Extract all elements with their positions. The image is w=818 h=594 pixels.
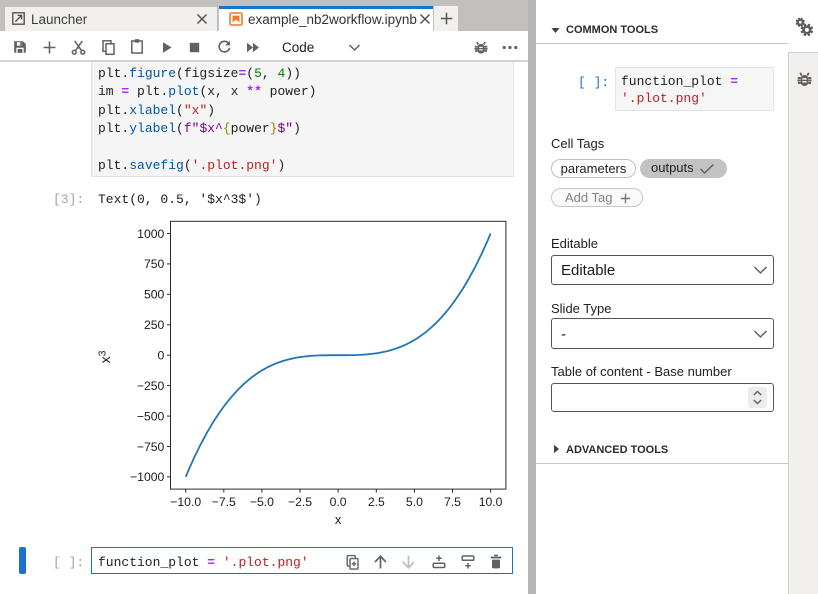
svg-text:−10.0: −10.0 bbox=[170, 495, 201, 509]
svg-text:−1000: −1000 bbox=[130, 470, 164, 484]
svg-text:2.5: 2.5 bbox=[368, 495, 385, 509]
svg-text:−2.5: −2.5 bbox=[288, 495, 312, 509]
svg-text:5.0: 5.0 bbox=[406, 495, 423, 509]
svg-text:−5.0: −5.0 bbox=[250, 495, 274, 509]
svg-text:500: 500 bbox=[144, 288, 165, 302]
svg-text:−7.5: −7.5 bbox=[212, 495, 236, 509]
svg-text:x3: x3 bbox=[97, 350, 114, 363]
svg-text:250: 250 bbox=[144, 318, 165, 332]
svg-text:1000: 1000 bbox=[137, 227, 164, 241]
svg-text:0: 0 bbox=[158, 349, 165, 363]
svg-text:−250: −250 bbox=[137, 379, 165, 393]
svg-text:x: x bbox=[335, 512, 342, 527]
svg-text:10.0: 10.0 bbox=[479, 495, 503, 509]
svg-text:−750: −750 bbox=[137, 440, 165, 454]
svg-text:750: 750 bbox=[144, 257, 165, 271]
svg-text:0.0: 0.0 bbox=[330, 495, 347, 509]
svg-text:7.5: 7.5 bbox=[444, 495, 461, 509]
svg-text:−500: −500 bbox=[137, 409, 165, 423]
